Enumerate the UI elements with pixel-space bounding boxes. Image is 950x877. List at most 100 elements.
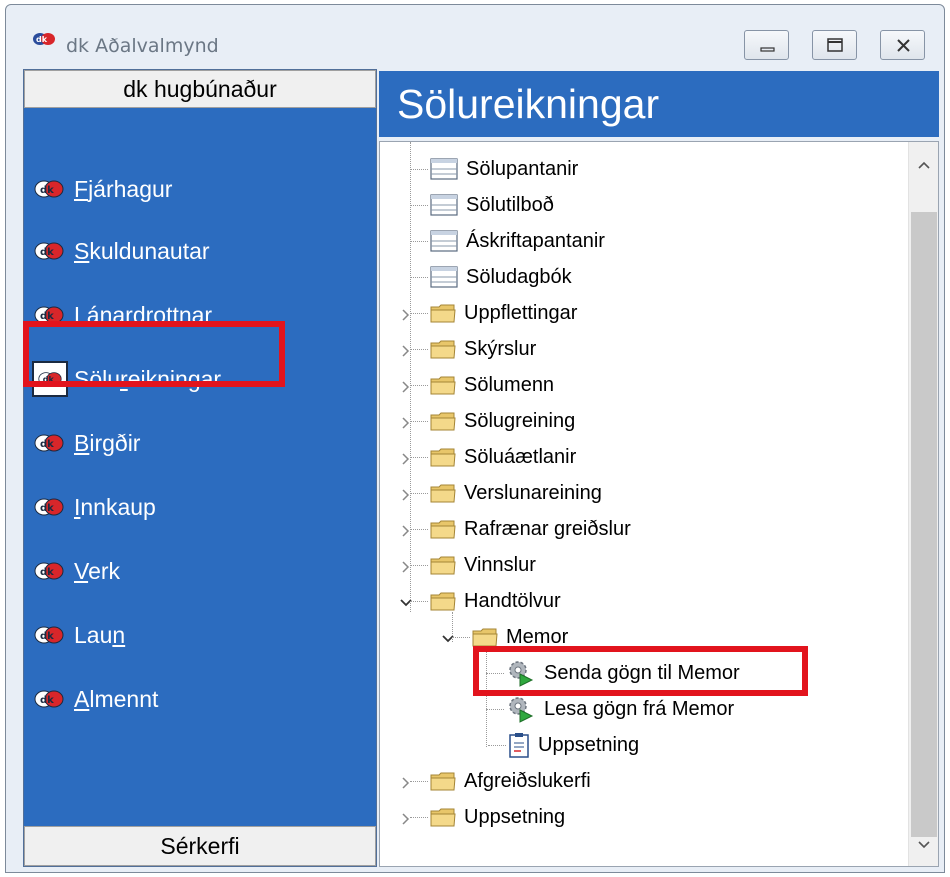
tree-item-uppsetning[interactable]: Uppsetning: [430, 800, 565, 834]
tree-connector: [410, 493, 428, 494]
tree-item-label: Skýrslur: [464, 337, 537, 360]
collapse-arrow-icon[interactable]: [398, 595, 414, 611]
tree-item-uppflettingar[interactable]: Uppflettingar: [430, 296, 577, 330]
expand-arrow-icon[interactable]: [398, 379, 414, 395]
tree-item-label: Handtölvur: [464, 589, 561, 612]
sidebar-item-almennt[interactable]: dk Almennt: [34, 676, 158, 722]
selected-indicator: dk: [32, 361, 68, 397]
expand-arrow-icon[interactable]: [398, 775, 414, 791]
dk-eye-icon: dk: [34, 434, 64, 452]
tree-item-solupantanir[interactable]: Sölupantanir: [430, 152, 578, 186]
tree-connector: [410, 601, 428, 602]
minimize-icon: [760, 47, 775, 52]
sidebar-item-verk[interactable]: dk Verk: [34, 548, 120, 594]
scroll-thumb[interactable]: [911, 212, 937, 837]
tree-connector: [410, 349, 428, 350]
collapse-arrow-icon[interactable]: [440, 631, 456, 647]
tree-item-soludagbok[interactable]: Söludagbók: [430, 260, 572, 294]
expand-arrow-icon[interactable]: [398, 523, 414, 539]
tree-connector: [410, 205, 428, 206]
tree-item-skyrslur[interactable]: Skýrslur: [430, 332, 536, 366]
sidebar-item-label: Sölureikningar: [74, 365, 222, 392]
tree-connector: [410, 781, 428, 782]
tree-item-handtolvur[interactable]: Handtölvur: [430, 584, 561, 618]
expand-arrow-icon[interactable]: [398, 307, 414, 323]
tree-connector: [410, 565, 428, 566]
sidebar-item-lanardrottnar[interactable]: dk Lánardrottnar: [34, 292, 212, 338]
dk-eye-icon: dk: [34, 180, 64, 198]
tree-item-askriftapantanir[interactable]: Áskriftapantanir: [430, 224, 605, 258]
tree-item-verslunareining[interactable]: Verslunareining: [430, 476, 602, 510]
dk-eye-icon: dk: [34, 242, 64, 260]
close-button[interactable]: [880, 30, 925, 60]
folder-icon: [430, 484, 456, 503]
document-icon: [509, 733, 529, 758]
scroll-down-icon[interactable]: [909, 830, 939, 860]
sidebar-item-skuldunautar[interactable]: dk Skuldunautar: [34, 228, 210, 274]
tree-item-rafraenar-greidslur[interactable]: Rafrænar greiðslur: [430, 512, 631, 546]
tree-item-vinnslur[interactable]: Vinnslur: [430, 548, 536, 582]
tree-connector: [410, 529, 428, 530]
tree-view[interactable]: Sölupantanir Sölutilboð Áskriftapantanir…: [379, 141, 939, 867]
folder-icon: [430, 592, 456, 611]
tree-item-uppsetning-memor[interactable]: Uppsetning: [508, 728, 639, 762]
tree-item-solutilbod[interactable]: Sölutilboð: [430, 188, 554, 222]
vertical-scrollbar[interactable]: [908, 142, 938, 866]
title-bar[interactable]: dk dk Aðalvalmynd: [6, 5, 944, 61]
tree-item-senda-gogn-til-memor[interactable]: Senda gögn til Memor: [506, 656, 740, 690]
sidebar-item-label: Innkaup: [74, 493, 156, 520]
expand-arrow-icon[interactable]: [398, 451, 414, 467]
folder-icon: [430, 772, 456, 791]
folder-icon: [430, 808, 456, 827]
tree-item-label: Senda gögn til Memor: [544, 661, 740, 684]
expand-arrow-icon[interactable]: [398, 811, 414, 827]
sidebar-item-solureikningar[interactable]: dk Sölureikningar: [32, 356, 221, 402]
tree-guide-line: [410, 142, 411, 612]
tree-item-afgreidslukerfi[interactable]: Afgreiðslukerfi: [430, 764, 591, 798]
sidebar-item-birgdir[interactable]: dk Birgðir: [34, 420, 140, 466]
sidebar-item-laun[interactable]: dk Laun: [34, 612, 125, 658]
scroll-up-icon[interactable]: [909, 150, 939, 180]
expand-arrow-icon[interactable]: [398, 487, 414, 503]
folder-icon: [430, 412, 456, 431]
folder-icon: [430, 520, 456, 539]
maximize-icon: [827, 38, 843, 52]
tree-item-label: Memor: [506, 625, 569, 648]
gear-arrow-icon: [509, 697, 534, 723]
tree-item-solugreining[interactable]: Sölugreining: [430, 404, 575, 438]
tree-connector: [410, 817, 428, 818]
tree-item-label: Sölupantanir: [466, 157, 579, 180]
svg-text:dk: dk: [40, 247, 54, 258]
expand-arrow-icon[interactable]: [398, 559, 414, 575]
sidebar-item-label: Almennt: [74, 685, 159, 712]
sidebar-item-label: Lánardrottnar: [74, 301, 213, 328]
tree-item-solumenn[interactable]: Sölumenn: [430, 368, 554, 402]
svg-text:dk: dk: [40, 567, 54, 578]
svg-text:dk: dk: [40, 631, 54, 642]
tree-item-label: Sölutilboð: [466, 193, 554, 216]
tree-item-soluaetlanir[interactable]: Söluáætlanir: [430, 440, 576, 474]
tree-item-lesa-gogn-fra-memor[interactable]: Lesa gögn frá Memor: [506, 692, 734, 726]
tree-connector: [486, 709, 504, 710]
gear-arrow-icon: [509, 661, 534, 687]
tree-item-label: Vinnslur: [464, 553, 536, 576]
sidebar-header[interactable]: dk hugbúnaður: [24, 70, 376, 108]
svg-text:dk: dk: [40, 503, 54, 514]
tree-item-label: Uppsetning: [464, 805, 566, 828]
window-title: dk Aðalvalmynd: [66, 35, 219, 57]
minimize-button[interactable]: [744, 30, 789, 60]
folder-icon: [430, 376, 456, 395]
dk-eye-icon: dk: [34, 690, 64, 708]
tree-connector: [452, 637, 470, 638]
expand-arrow-icon[interactable]: [398, 343, 414, 359]
expand-arrow-icon[interactable]: [398, 415, 414, 431]
tree-item-label: Verslunareining: [464, 481, 602, 504]
dk-eye-icon: dk: [34, 306, 64, 324]
sidebar-item-innkaup[interactable]: dk Innkaup: [34, 484, 156, 530]
dk-eye-icon: dk: [38, 372, 62, 386]
maximize-button[interactable]: [812, 30, 857, 60]
sidebar-footer-button[interactable]: Sérkerfi: [24, 826, 376, 866]
tree-item-label: Uppflettingar: [464, 301, 578, 324]
sidebar-item-fjarhagur[interactable]: dk Fjárhagur: [34, 166, 172, 212]
close-icon: [897, 39, 910, 52]
